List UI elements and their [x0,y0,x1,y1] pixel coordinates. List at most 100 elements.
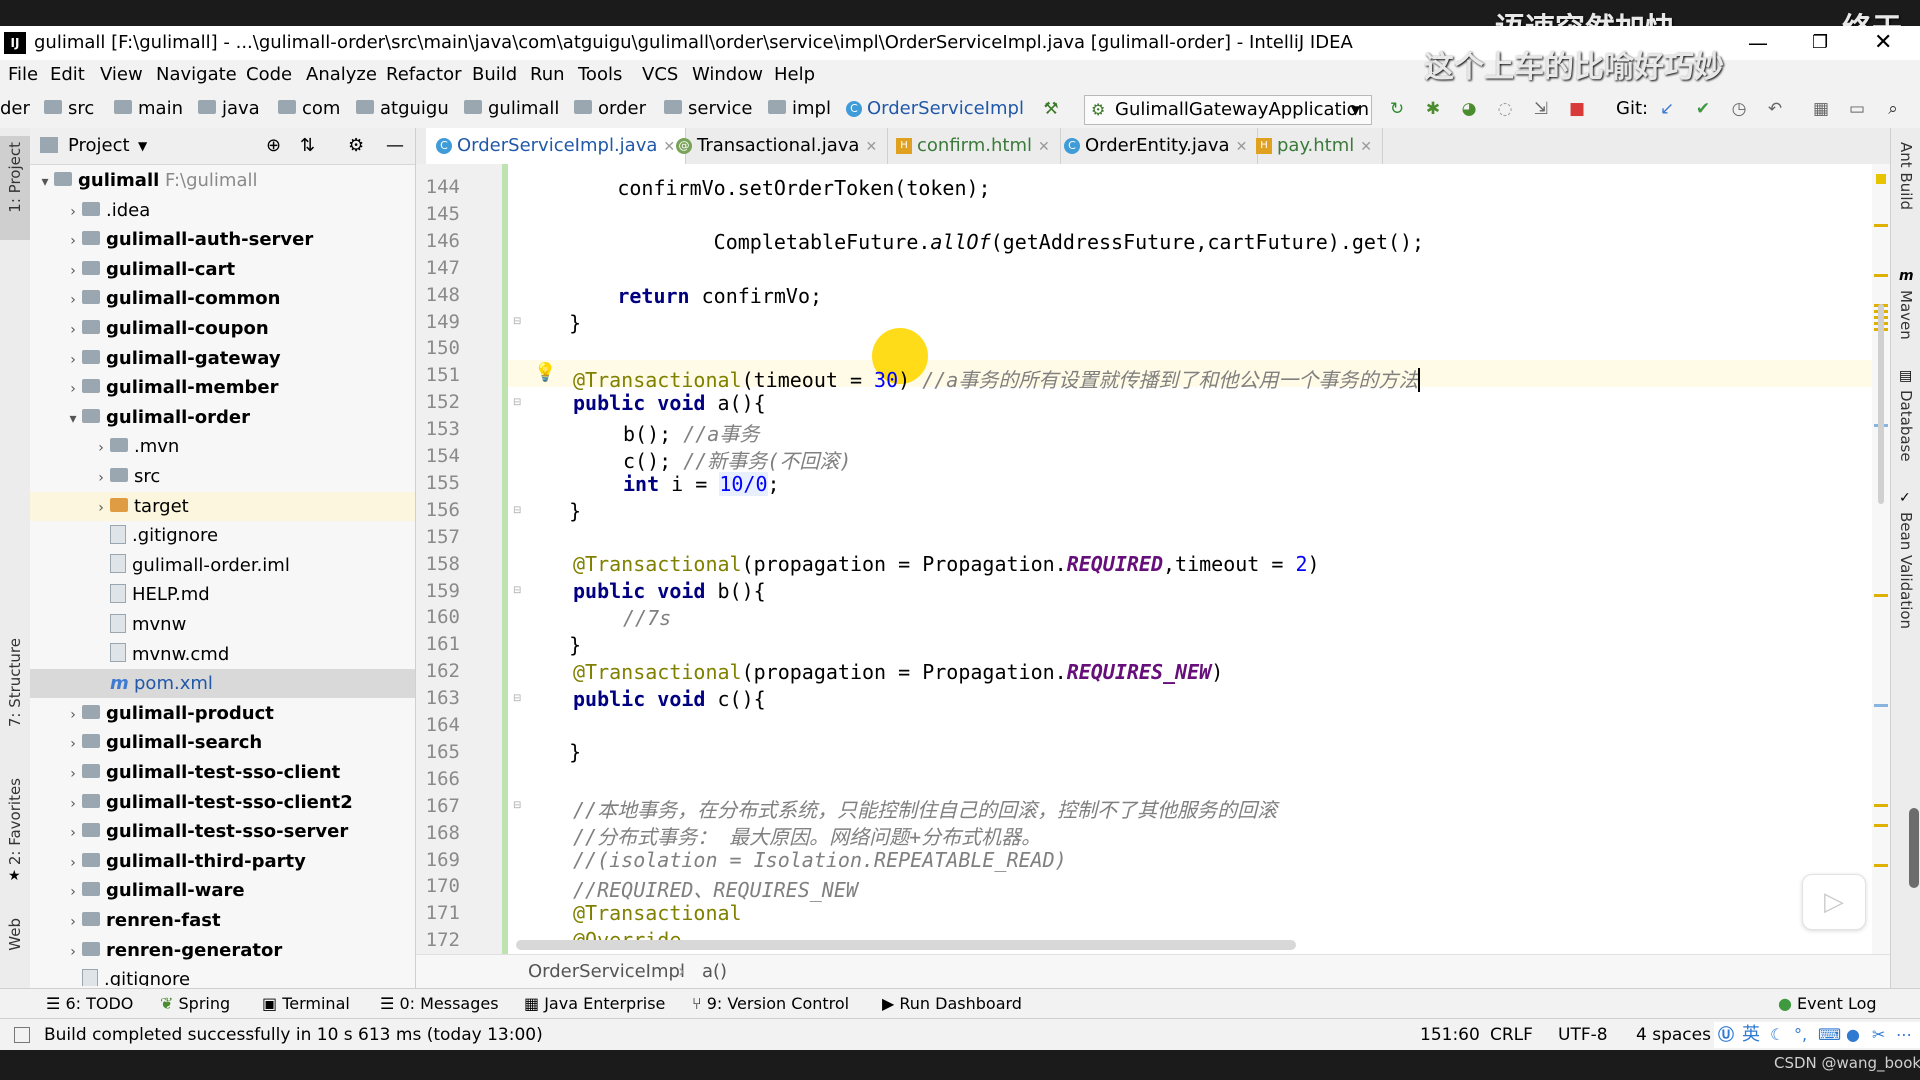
tree-item[interactable]: › gulimall-test-sso-server [30,817,415,846]
tree-item[interactable]: › renren-fast [30,906,415,935]
tree-item[interactable]: gulimall-order.iml [30,551,415,580]
chevron-right-icon[interactable]: › [64,701,82,730]
chevron-right-icon[interactable]: › [64,819,82,848]
tree-item[interactable]: › gulimall-test-sso-client [30,758,415,787]
fold-marker-icon[interactable]: ⊟ [513,585,521,596]
project-panel-title[interactable]: Project [68,128,130,164]
punctuation-icon[interactable]: °, [1794,1022,1807,1048]
close-icon[interactable]: ✕ [1874,26,1892,60]
stop-icon[interactable]: ■ [1566,98,1588,120]
profiler-icon[interactable]: ◌ [1494,98,1516,120]
tool-spring[interactable]: ❦ Spring [160,989,230,1019]
tool-run-dashboard[interactable]: ▶ Run Dashboard [882,989,1022,1019]
more-icon[interactable]: ⋯ [1896,1022,1912,1048]
vertical-scrollbar[interactable] [1878,304,1884,504]
chevron-right-icon[interactable]: › [64,346,82,375]
tree-item[interactable]: › .idea [30,196,415,225]
tool-java-enterprise[interactable]: ▦ Java Enterprise [524,989,665,1019]
collapse-all-icon[interactable]: ⇅ [300,128,315,164]
chevron-down-icon[interactable]: ▼ [138,128,147,164]
tool-web[interactable]: Web [6,918,24,951]
hammer-build-icon[interactable]: ⚒ [1040,98,1062,120]
tool-structure[interactable]: 7: Structure [6,638,24,727]
tree-item[interactable]: › gulimall-common [30,284,415,313]
fold-marker-icon[interactable]: ⊟ [513,397,521,408]
breadcrumb-com[interactable]: com [278,90,340,128]
fold-marker-icon[interactable]: ⊟ [513,693,521,704]
tree-item[interactable]: m pom.xml [30,669,415,699]
tab-orderserviceimpl[interactable]: C OrderServiceImpl.java ✕ [426,128,687,167]
tree-item[interactable]: .gitignore [30,965,415,986]
breadcrumb-impl[interactable]: impl [768,90,831,128]
history-icon[interactable]: ◷ [1728,98,1750,120]
tool-ant-build[interactable]: Ant Build [1897,142,1915,210]
breadcrumb-atguigu[interactable]: atguigu [356,90,449,128]
menu-refactor[interactable]: Refactor [386,60,462,90]
code-editor[interactable]: 144 145 146 147 148 149 150 151 152 153 154 155 156 1… [416,164,1890,954]
tool-favorites[interactable]: 2: Favorites [6,778,24,865]
tree-item[interactable]: mvnw.cmd [30,640,415,669]
tool-messages[interactable]: ☰ 0: Messages [380,989,499,1019]
fold-marker-icon[interactable]: ⊟ [513,316,521,327]
gear-icon[interactable]: ⚙ [348,128,364,164]
chevron-right-icon[interactable]: › [64,849,82,878]
line-separator[interactable]: CRLF [1490,1019,1533,1051]
close-tab-icon[interactable]: ✕ [1360,139,1372,155]
tree-item[interactable]: › gulimall-search [30,728,415,757]
chevron-right-icon[interactable]: › [64,878,82,907]
chevron-right-icon[interactable]: › [64,790,82,819]
tool-terminal[interactable]: ▣ Terminal [262,989,350,1019]
menu-tools[interactable]: Tools [578,60,622,90]
close-tab-icon[interactable]: ✕ [865,139,877,155]
coverage-icon[interactable]: ◕ [1458,98,1480,120]
ime-logo-icon[interactable]: Ⓤ [1718,1022,1734,1048]
minimize-icon[interactable]: — [1748,26,1768,60]
horizontal-scrollbar[interactable] [516,940,1296,950]
tree-item[interactable]: ▾ gulimall F:\gulimall [30,166,415,195]
restore-icon[interactable]: ❐ [1812,26,1828,60]
menu-build[interactable]: Build [472,60,517,90]
tool-version-control[interactable]: ⑂ 9: Version Control [692,989,849,1019]
chevron-right-icon[interactable]: › [64,938,82,967]
chevron-right-icon[interactable]: › [64,257,82,286]
attach-icon[interactable]: ⇲ [1530,98,1552,120]
tree-item[interactable]: › gulimall-coupon [30,314,415,343]
moon-icon[interactable]: ☾ [1770,1022,1784,1048]
tree-item[interactable]: › gulimall-member [30,373,415,402]
breadcrumb-order[interactable]: order [574,90,646,128]
tree-item[interactable]: › .mvn [30,432,415,461]
tools-icon[interactable]: ✂ [1872,1022,1885,1048]
keyboard-icon[interactable]: ⌨ [1818,1022,1841,1048]
tree-item[interactable]: ▾ gulimall-order [30,403,415,432]
tree-item[interactable]: › gulimall-third-party [30,847,415,876]
tool-database[interactable]: Database [1897,390,1915,462]
tree-item[interactable]: › gulimall-ware [30,876,415,905]
tab-orderentity[interactable]: C OrderEntity.java ✕ [1054,128,1259,164]
tool-bean-validation[interactable]: Bean Validation [1897,512,1915,629]
menu-window[interactable]: Window [692,60,763,90]
editor-breadcrumb-class[interactable]: OrderServiceImpl [528,955,685,989]
menu-run[interactable]: Run [530,60,565,90]
tree-item[interactable]: .gitignore [30,521,415,550]
menu-code[interactable]: Code [246,60,292,90]
tool-maven[interactable]: Maven [1897,290,1915,340]
debug-icon[interactable]: ✱ [1422,98,1444,120]
tool-event-log[interactable]: ● Event Log [1778,989,1877,1019]
chevron-down-icon[interactable]: ▾ [64,405,82,434]
chevron-right-icon[interactable]: › [64,286,82,315]
ime-language[interactable]: 英 [1742,1022,1760,1048]
git-update-icon[interactable]: ↙ [1656,98,1678,120]
breadcrumb-java[interactable]: java [198,90,260,128]
chevron-right-icon[interactable]: › [92,434,110,463]
menu-navigate[interactable]: Navigate [156,60,237,90]
chevron-down-icon[interactable]: ▾ [36,168,54,197]
chevron-right-icon[interactable]: › [64,760,82,789]
chevron-right-icon[interactable]: › [64,316,82,345]
menu-file[interactable]: File [8,60,38,90]
tree-item[interactable]: › src [30,462,415,491]
tree-item[interactable]: HELP.md [30,580,415,609]
menu-vcs[interactable]: VCS [642,60,678,90]
play-overlay-icon[interactable]: ▷ [1802,874,1866,930]
hide-panel-icon[interactable]: — [386,128,404,164]
tab-transactional[interactable]: @ Transactional.java ✕ [666,128,889,164]
